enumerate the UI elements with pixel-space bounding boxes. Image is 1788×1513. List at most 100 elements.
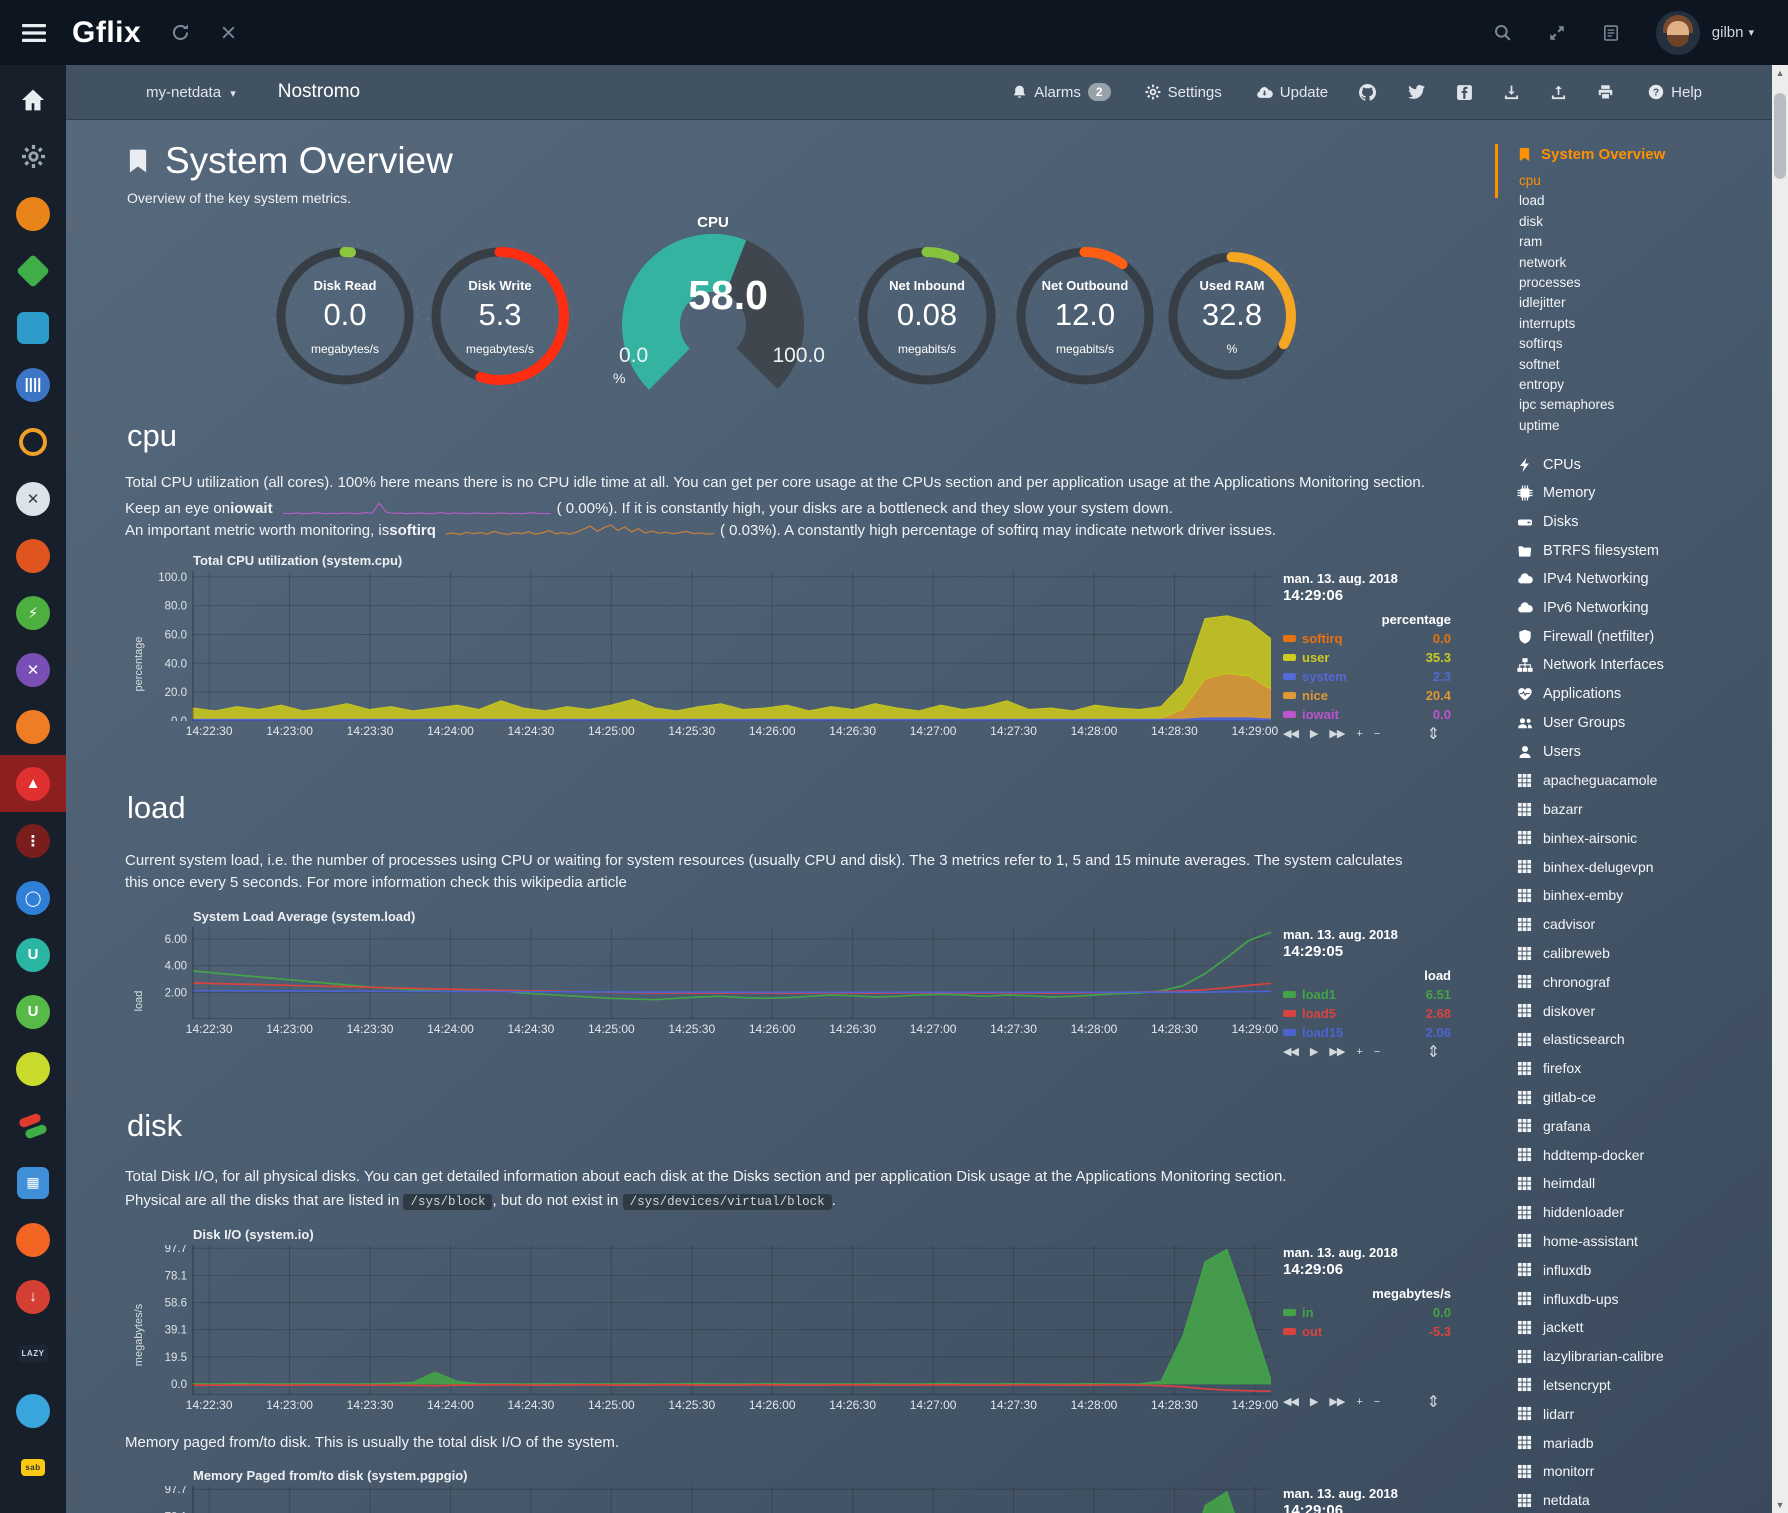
menu-section-system-overview[interactable]: System Overview xyxy=(1517,146,1788,163)
iowait-sparkline-chart[interactable] xyxy=(283,501,551,516)
chart-resize-handle[interactable]: ⇕ xyxy=(1427,1042,1439,1062)
menu-item-ipc-semaphores[interactable]: ipc semaphores xyxy=(1519,395,1788,415)
gauge-net-outbound[interactable]: Net Outbound12.0megabits/s xyxy=(1010,241,1160,391)
chart-plot[interactable]: 0.020.040.060.080.0100.0 xyxy=(147,571,1271,721)
sidebar-shortcut-app-orange-flame[interactable] xyxy=(0,698,66,755)
menu-section-ipv6-networking[interactable]: IPv6 Networking xyxy=(1517,594,1788,623)
zoom-out-button[interactable]: − xyxy=(1374,728,1379,740)
menu-section-cpus[interactable]: CPUs xyxy=(1517,450,1788,479)
sidebar-shortcut-app-orange-fox[interactable] xyxy=(0,1211,66,1268)
user-menu-caret-icon[interactable]: ▾ xyxy=(1748,26,1754,39)
menu-item-cpu[interactable]: cpu xyxy=(1519,171,1788,191)
menu-item-disk[interactable]: disk xyxy=(1519,212,1788,232)
chart-plot[interactable]: 0.019.539.158.678.197.7 xyxy=(147,1245,1271,1395)
scroll-up-icon[interactable]: ▲ xyxy=(1772,65,1788,81)
play-button[interactable]: ▶ xyxy=(1310,727,1317,740)
chart-plot[interactable]: 0.019.539.158.678.197.7 xyxy=(147,1486,1271,1513)
menu-section-applications[interactable]: Applications xyxy=(1517,680,1788,709)
legend-row-load15[interactable]: load152.06 xyxy=(1283,1023,1451,1042)
menu-item-entropy[interactable]: entropy xyxy=(1519,375,1788,395)
pan-forward-button[interactable]: ▶▶ xyxy=(1329,727,1344,740)
pan-backward-button[interactable]: ◀◀ xyxy=(1283,727,1298,740)
menu-app-home-assistant[interactable]: home-assistant xyxy=(1517,1227,1788,1256)
sidebar-shortcut-app-blue-drop[interactable] xyxy=(0,1382,66,1439)
menu-app-mariadb[interactable]: mariadb xyxy=(1517,1428,1788,1457)
facebook-icon[interactable] xyxy=(1456,84,1473,101)
sidebar-shortcut-app-green-bolt[interactable]: ⚡ xyxy=(0,584,66,641)
host-selector[interactable]: my-netdata ▾ xyxy=(146,84,236,101)
scrollbar[interactable]: ▲ ▼ xyxy=(1772,65,1788,1513)
fullscreen-icon[interactable] xyxy=(1548,24,1566,42)
pan-forward-button[interactable]: ▶▶ xyxy=(1329,1395,1344,1408)
zoom-out-button[interactable]: − xyxy=(1374,1396,1379,1408)
softirq-sparkline-chart[interactable] xyxy=(446,523,714,538)
sidebar-shortcut-app-green-diamond[interactable] xyxy=(0,242,66,299)
sidebar-shortcut-app-orange-search[interactable] xyxy=(0,413,66,470)
close-icon[interactable] xyxy=(220,24,237,41)
legend-row-system[interactable]: system2.3 xyxy=(1283,667,1451,686)
upload-icon[interactable] xyxy=(1550,84,1567,101)
legend-row-in[interactable]: in0.0 xyxy=(1283,1303,1451,1322)
menu-app-hiddenloader[interactable]: hiddenloader xyxy=(1517,1198,1788,1227)
menu-section-ipv4-networking[interactable]: IPv4 Networking xyxy=(1517,565,1788,594)
sidebar-shortcut-app-red-download[interactable]: ↓ xyxy=(0,1268,66,1325)
gauge-used-ram[interactable]: Used RAM32.8% xyxy=(1162,246,1302,386)
chart-resize-handle[interactable]: ⇕ xyxy=(1427,1392,1439,1412)
pan-forward-button[interactable]: ▶▶ xyxy=(1329,1045,1344,1058)
sidebar-shortcut-app-white-cross[interactable]: ✕ xyxy=(0,470,66,527)
username[interactable]: gilbn xyxy=(1712,24,1744,41)
menu-item-ram[interactable]: ram xyxy=(1519,232,1788,252)
alarms-button[interactable]: Alarms 2 xyxy=(1012,83,1110,101)
menu-app-binhex-airsonic[interactable]: binhex-airsonic xyxy=(1517,823,1788,852)
sidebar-shortcut-settings[interactable] xyxy=(0,128,66,185)
sidebar-shortcut-app-lazy-badge[interactable]: LAZY xyxy=(0,1325,66,1382)
sidebar-shortcut-app-teal-u[interactable]: U xyxy=(0,926,66,983)
refresh-icon[interactable] xyxy=(171,23,190,42)
scroll-down-icon[interactable]: ▼ xyxy=(1772,1497,1788,1513)
pan-backward-button[interactable]: ◀◀ xyxy=(1283,1045,1298,1058)
menu-app-binhex-delugevpn[interactable]: binhex-delugevpn xyxy=(1517,852,1788,881)
menu-item-softnet[interactable]: softnet xyxy=(1519,355,1788,375)
github-icon[interactable] xyxy=(1358,83,1377,102)
menu-app-monitorr[interactable]: monitorr xyxy=(1517,1457,1788,1486)
legend-row-load5[interactable]: load52.68 xyxy=(1283,1004,1451,1023)
menu-item-load[interactable]: load xyxy=(1519,191,1788,211)
menu-app-influxdb-ups[interactable]: influxdb-ups xyxy=(1517,1284,1788,1313)
settings-button[interactable]: Settings xyxy=(1145,84,1222,101)
sidebar-shortcut-app-purple-x[interactable]: ✕ xyxy=(0,641,66,698)
gauge-disk-read[interactable]: Disk Read0.0megabytes/s xyxy=(270,241,420,391)
menu-item-network[interactable]: network xyxy=(1519,253,1788,273)
menu-app-gitlab-ce[interactable]: gitlab-ce xyxy=(1517,1083,1788,1112)
zoom-in-button[interactable]: + xyxy=(1356,1396,1361,1408)
gauge-disk-write[interactable]: Disk Write5.3megabytes/s xyxy=(425,241,575,391)
menu-section-firewall-netfilter-[interactable]: Firewall (netfilter) xyxy=(1517,622,1788,651)
menu-section-network-interfaces[interactable]: Network Interfaces xyxy=(1517,651,1788,680)
menu-icon[interactable] xyxy=(22,24,46,42)
sidebar-shortcut-app-darkred-dots[interactable]: ⋮ xyxy=(0,812,66,869)
gauge-net-inbound[interactable]: Net Inbound0.08megabits/s xyxy=(852,241,1002,391)
menu-app-heimdall[interactable]: heimdall xyxy=(1517,1169,1788,1198)
play-button[interactable]: ▶ xyxy=(1310,1045,1317,1058)
changelog-icon[interactable] xyxy=(1602,24,1620,42)
help-button[interactable]: ? Help xyxy=(1648,84,1702,101)
legend-row-user[interactable]: user35.3 xyxy=(1283,648,1451,667)
sidebar-shortcut-app-lime-circle[interactable] xyxy=(0,1040,66,1097)
legend-row-softirq[interactable]: softirq0.0 xyxy=(1283,629,1451,648)
menu-app-elasticsearch[interactable]: elasticsearch xyxy=(1517,1025,1788,1054)
zoom-in-button[interactable]: + xyxy=(1356,1046,1361,1058)
sidebar-shortcut-app-teal-tile[interactable] xyxy=(0,299,66,356)
menu-app-jackett[interactable]: jackett xyxy=(1517,1313,1788,1342)
update-button[interactable]: Update xyxy=(1256,84,1328,101)
menu-item-interrupts[interactable]: interrupts xyxy=(1519,314,1788,334)
play-button[interactable]: ▶ xyxy=(1310,1395,1317,1408)
menu-app-netdata[interactable]: netdata xyxy=(1517,1486,1788,1513)
menu-item-softirqs[interactable]: softirqs xyxy=(1519,334,1788,354)
twitter-icon[interactable] xyxy=(1407,84,1426,101)
sidebar-shortcut-app-orange-circle[interactable] xyxy=(0,185,66,242)
menu-app-lidarr[interactable]: lidarr xyxy=(1517,1399,1788,1428)
sidebar-shortcut-app-blue-ring[interactable]: ◯ xyxy=(0,869,66,926)
legend-row-load1[interactable]: load16.51 xyxy=(1283,985,1451,1004)
sidebar-shortcut-app-green-u[interactable]: U xyxy=(0,983,66,1040)
menu-section-memory[interactable]: Memory xyxy=(1517,479,1788,508)
legend-row-nice[interactable]: nice20.4 xyxy=(1283,686,1451,705)
